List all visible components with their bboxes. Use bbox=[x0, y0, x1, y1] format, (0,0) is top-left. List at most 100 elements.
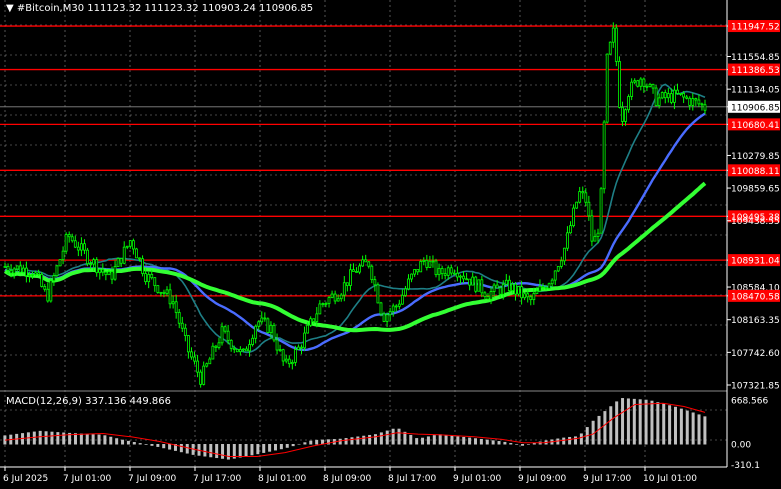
candle-body bbox=[324, 303, 328, 305]
candle-body bbox=[538, 285, 542, 292]
macd-histogram-bar bbox=[273, 444, 277, 451]
candle-body bbox=[303, 332, 306, 349]
candle-body bbox=[673, 89, 676, 103]
candle-body bbox=[70, 236, 74, 242]
macd-histogram-bar bbox=[609, 406, 613, 445]
macd-histogram-bar bbox=[56, 432, 60, 445]
macd-histogram-bar bbox=[603, 411, 607, 445]
candle-body bbox=[272, 324, 276, 341]
candle-body bbox=[559, 260, 563, 267]
macd-histogram-bar bbox=[344, 438, 348, 445]
candle-body bbox=[248, 344, 251, 352]
candle-body bbox=[422, 259, 426, 262]
candle-body bbox=[645, 85, 649, 88]
candle-body bbox=[596, 232, 600, 237]
macd-histogram-bar bbox=[368, 434, 372, 445]
price-axis-label: 111554.85 bbox=[731, 53, 780, 63]
macd-histogram-bar bbox=[397, 428, 401, 445]
candle-body bbox=[688, 97, 692, 106]
price-axis-label: 107742.60 bbox=[731, 349, 780, 359]
candle-body bbox=[400, 294, 404, 305]
collapse-caret-icon[interactable]: ▼ bbox=[6, 3, 14, 14]
candle-body bbox=[76, 246, 80, 251]
candle-body bbox=[376, 284, 380, 304]
candle-body bbox=[165, 289, 169, 294]
candle-body bbox=[639, 78, 643, 87]
candle-body bbox=[440, 268, 444, 275]
macd-histogram-bar bbox=[268, 444, 272, 452]
candle-body bbox=[486, 296, 490, 300]
macd-histogram-bar bbox=[679, 408, 683, 445]
candle-body bbox=[581, 191, 585, 194]
candle-body bbox=[569, 225, 572, 234]
macd-histogram-bar bbox=[379, 432, 383, 445]
macd-histogram-bar bbox=[338, 438, 342, 445]
macd-histogram-bar bbox=[50, 431, 54, 445]
candle-body bbox=[544, 286, 548, 289]
candle-body bbox=[495, 284, 499, 289]
macd-histogram-bar bbox=[444, 434, 448, 445]
candle-body bbox=[31, 274, 34, 276]
candle-body bbox=[520, 286, 523, 299]
macd-histogram-bar bbox=[703, 416, 707, 445]
macd-histogram-bar bbox=[509, 443, 513, 445]
candle-body bbox=[694, 98, 698, 101]
candle-body bbox=[679, 92, 682, 95]
candle-body bbox=[602, 121, 606, 190]
macd-histogram-bar bbox=[473, 438, 477, 445]
macd-histogram-bar bbox=[150, 444, 154, 446]
candle-body bbox=[223, 326, 227, 332]
candle-body bbox=[327, 297, 331, 304]
macd-histogram-bar bbox=[685, 410, 689, 445]
candle-body bbox=[55, 265, 59, 276]
macd-histogram-bar bbox=[573, 436, 577, 445]
candle-body bbox=[257, 321, 261, 327]
macd-histogram-bar bbox=[350, 437, 354, 445]
candle-body bbox=[511, 283, 514, 292]
candle-body bbox=[284, 358, 288, 362]
candle-body bbox=[52, 275, 56, 282]
macd-histogram-bar bbox=[291, 444, 295, 447]
candle-body bbox=[618, 61, 621, 108]
macd-axis-label: 0.00 bbox=[731, 441, 751, 451]
candle-body bbox=[12, 268, 16, 274]
candle-body bbox=[413, 269, 417, 275]
candle-body bbox=[703, 104, 707, 111]
candle-body bbox=[428, 260, 432, 268]
candle-body bbox=[104, 271, 108, 276]
candle-body bbox=[141, 258, 144, 274]
chart-canvas[interactable]: 111947.52 111554.85 111386.53 111134.05 1109… bbox=[0, 0, 781, 489]
macd-histogram-bar bbox=[526, 444, 530, 445]
macd-histogram-bar bbox=[391, 428, 395, 445]
candle-body bbox=[211, 345, 215, 360]
candle-body bbox=[373, 279, 377, 286]
macd-histogram-bar bbox=[462, 436, 466, 445]
candle-body bbox=[28, 274, 31, 277]
candle-body bbox=[523, 293, 527, 299]
candle-body bbox=[321, 303, 325, 305]
candle-body bbox=[465, 278, 468, 281]
candle-body bbox=[92, 259, 96, 265]
candle-body bbox=[535, 290, 539, 295]
candle-body bbox=[507, 279, 511, 292]
candle-body bbox=[590, 215, 594, 242]
candle-body bbox=[691, 98, 695, 106]
candle-body bbox=[556, 266, 560, 272]
candle-body bbox=[290, 361, 294, 365]
candle-body bbox=[425, 259, 429, 268]
candle-body bbox=[651, 83, 655, 89]
candle-body bbox=[364, 259, 368, 263]
candle-body bbox=[278, 349, 282, 352]
candle-body bbox=[293, 349, 297, 363]
candle-body bbox=[452, 272, 456, 275]
candle-body bbox=[275, 339, 279, 351]
candle-body bbox=[80, 243, 83, 251]
candle-body bbox=[361, 259, 365, 267]
candle-body bbox=[144, 273, 148, 283]
candle-body bbox=[214, 345, 218, 348]
candle-body bbox=[437, 268, 441, 276]
candle-body bbox=[89, 263, 92, 266]
candle-body bbox=[260, 317, 264, 323]
candle-body bbox=[483, 292, 487, 298]
time-axis-label: 6 Jul 2025 bbox=[3, 474, 48, 484]
